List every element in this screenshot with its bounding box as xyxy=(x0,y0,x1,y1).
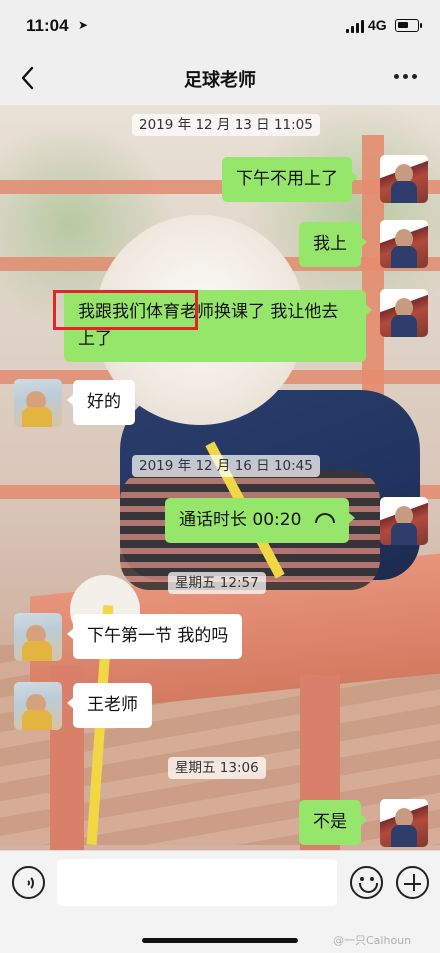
timestamp: 2019 年 12 月 13 日 11:05 xyxy=(132,114,320,136)
message-bubble-received[interactable]: 好的 xyxy=(67,380,135,425)
message-bubble-received[interactable]: 下午第一节 我的吗 xyxy=(66,614,243,659)
avatar[interactable] xyxy=(14,682,62,730)
status-time: 11:04 xyxy=(26,16,69,35)
emoji-icon[interactable] xyxy=(350,866,383,899)
avatar[interactable] xyxy=(14,379,62,427)
home-indicator[interactable] xyxy=(142,938,298,943)
chat-title: 足球老师 xyxy=(184,70,256,91)
timestamp: 2019 年 12 月 16 日 10:45 xyxy=(132,455,320,477)
status-bar: 11:04 ➤ 4G xyxy=(0,0,440,52)
network-type: 4G xyxy=(368,17,387,33)
message-bubble-sent[interactable]: 下午不用上了 xyxy=(222,157,358,202)
avatar[interactable] xyxy=(380,799,428,847)
battery-icon xyxy=(395,19,422,32)
message-bubble-received[interactable]: 王老师 xyxy=(67,683,152,728)
avatar[interactable] xyxy=(380,497,428,545)
more-dots-icon[interactable] xyxy=(394,74,417,79)
location-arrow-icon: ➤ xyxy=(78,18,89,32)
call-record-bubble[interactable]: 通话时长 00:20 xyxy=(165,498,356,543)
message-bubble-sent[interactable]: 我上 xyxy=(299,222,367,267)
watermark: @一只Calhoun xyxy=(333,934,412,947)
plus-icon[interactable] xyxy=(396,866,429,899)
message-input[interactable] xyxy=(57,859,337,906)
voice-icon[interactable] xyxy=(12,866,45,899)
timestamp: 星期五 12:57 xyxy=(168,572,266,594)
nav-bar: 足球老师 xyxy=(0,52,440,105)
avatar[interactable] xyxy=(380,155,428,203)
call-duration-text: 通话时长 00:20 xyxy=(179,510,302,530)
chat-wallpaper xyxy=(0,105,440,850)
avatar[interactable] xyxy=(14,613,62,661)
timestamp: 星期五 13:06 xyxy=(168,757,266,779)
highlight-box xyxy=(53,290,198,330)
avatar[interactable] xyxy=(380,220,428,268)
avatar[interactable] xyxy=(380,289,428,337)
call-icon xyxy=(315,513,336,523)
signal-icon xyxy=(346,20,364,33)
message-bubble-sent[interactable]: 不是 xyxy=(299,800,367,845)
